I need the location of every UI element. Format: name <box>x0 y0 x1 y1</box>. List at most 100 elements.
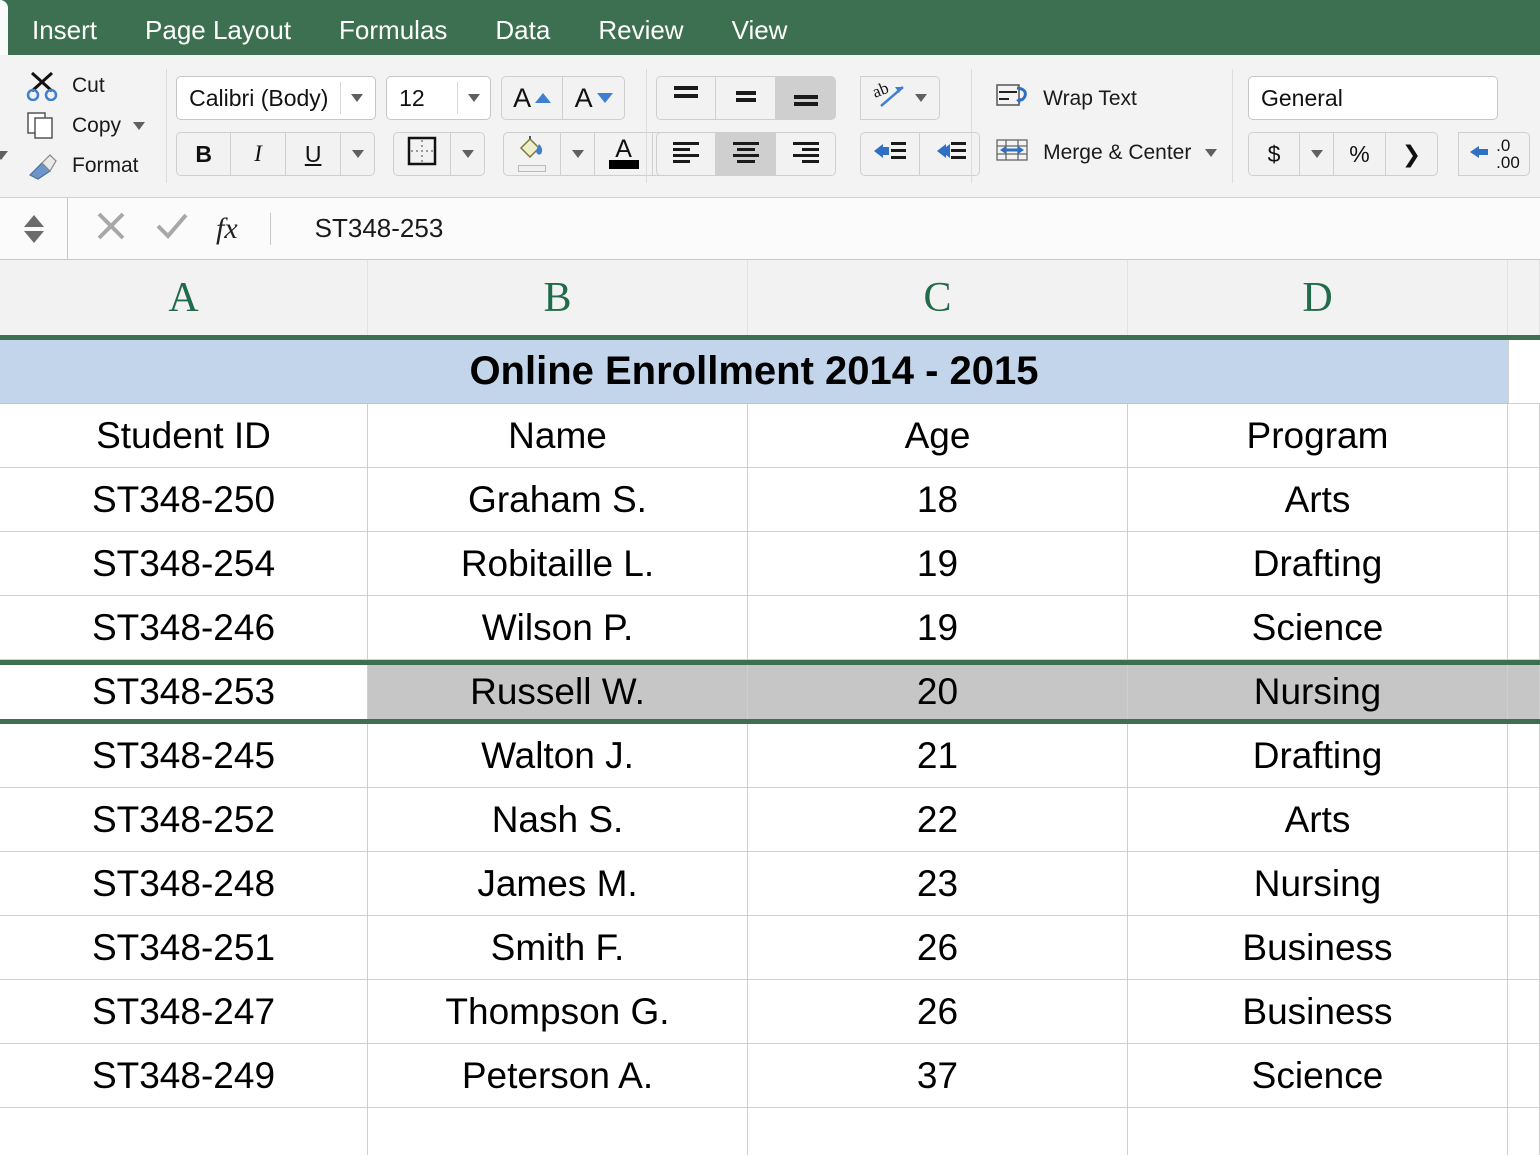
cell-d[interactable]: Drafting <box>1128 532 1508 596</box>
align-middle-button[interactable] <box>716 76 777 120</box>
cell-d[interactable]: Business <box>1128 980 1508 1044</box>
cell-c[interactable]: 20 <box>748 660 1128 724</box>
underline-dropdown-button[interactable] <box>341 132 376 176</box>
cell-e[interactable] <box>1508 1044 1540 1108</box>
confirm-edit-icon[interactable] <box>154 209 190 248</box>
format-painter-button[interactable]: Format <box>26 151 145 181</box>
cell-a[interactable]: ST348-246 <box>0 596 368 660</box>
header-row-spare-cell[interactable] <box>1508 404 1540 468</box>
cell-d[interactable]: Drafting <box>1128 724 1508 788</box>
cell-b[interactable]: James M. <box>368 852 748 916</box>
borders-dropdown-button[interactable] <box>451 132 486 176</box>
column-header-a[interactable]: A <box>0 260 368 335</box>
fill-color-dropdown-button[interactable] <box>561 132 596 176</box>
title-row-spare-cell[interactable] <box>1508 340 1540 404</box>
borders-button[interactable] <box>393 132 452 176</box>
cell-a[interactable]: ST348-254 <box>0 532 368 596</box>
cell-c[interactable]: 22 <box>748 788 1128 852</box>
cell-b[interactable]: Robitaille L. <box>368 532 748 596</box>
active-cell-a[interactable]: ST348-253 <box>0 660 368 724</box>
cell-a[interactable]: ST348-252 <box>0 788 368 852</box>
cell-d[interactable]: Science <box>1128 1044 1508 1108</box>
percent-button[interactable]: % <box>1334 132 1386 176</box>
tab-review[interactable]: Review <box>574 17 707 55</box>
wrap-text-button[interactable]: Wrap Text <box>995 82 1217 116</box>
paste-dropdown-icon[interactable] <box>0 151 8 160</box>
cut-button[interactable]: Cut <box>26 71 145 102</box>
align-left-button[interactable] <box>656 132 717 176</box>
column-header-d[interactable]: D <box>1128 260 1508 335</box>
cell-e[interactable] <box>1508 660 1540 724</box>
bold-button[interactable]: B <box>176 132 232 176</box>
header-cell-student-id[interactable]: Student ID <box>0 404 368 468</box>
name-box-stepper[interactable] <box>0 198 68 259</box>
merged-title-cell[interactable]: Online Enrollment 2014 - 2015 <box>0 340 1508 404</box>
header-cell-name[interactable]: Name <box>368 404 748 468</box>
cell-a[interactable]: ST348-245 <box>0 724 368 788</box>
fill-color-button[interactable] <box>503 132 562 176</box>
cell-b[interactable]: Russell W. <box>368 660 748 724</box>
copy-button[interactable]: Copy <box>26 111 146 141</box>
tab-page-layout[interactable]: Page Layout <box>121 17 315 55</box>
cell-e[interactable] <box>1508 532 1540 596</box>
merge-center-button[interactable]: Merge & Center <box>995 136 1218 170</box>
header-cell-program[interactable]: Program <box>1128 404 1508 468</box>
cell-b[interactable]: Thompson G. <box>368 980 748 1044</box>
cell-d[interactable]: Business <box>1128 916 1508 980</box>
cell-a[interactable]: ST348-250 <box>0 468 368 532</box>
column-header-e[interactable] <box>1508 260 1540 335</box>
cell-c[interactable]: 26 <box>748 916 1128 980</box>
increase-font-size-button[interactable]: A <box>501 76 564 120</box>
cell-e[interactable] <box>1508 980 1540 1044</box>
number-format-select[interactable]: General <box>1248 76 1498 120</box>
tab-insert[interactable]: Insert <box>8 17 121 55</box>
cell-d[interactable]: Science <box>1128 596 1508 660</box>
cell-c[interactable]: 18 <box>748 468 1128 532</box>
cell-d[interactable] <box>1128 1108 1508 1155</box>
cell-c[interactable]: 37 <box>748 1044 1128 1108</box>
copy-dropdown-icon[interactable] <box>133 122 146 130</box>
increase-decimal-button[interactable]: .0 .00 <box>1458 132 1530 176</box>
column-header-b[interactable]: B <box>368 260 748 335</box>
cell-e[interactable] <box>1508 916 1540 980</box>
currency-dropdown-button[interactable] <box>1300 132 1334 176</box>
cell-b[interactable]: Peterson A. <box>368 1044 748 1108</box>
cell-b[interactable] <box>368 1108 748 1155</box>
tab-home[interactable]: e <box>0 0 8 55</box>
decrease-font-size-button[interactable]: A <box>563 76 626 120</box>
cell-d[interactable]: Nursing <box>1128 852 1508 916</box>
cell-c[interactable] <box>748 1108 1128 1155</box>
cell-d[interactable]: Arts <box>1128 468 1508 532</box>
cell-c[interactable]: 26 <box>748 980 1128 1044</box>
font-size-select[interactable]: 12 <box>386 76 492 120</box>
align-center-button[interactable] <box>716 132 777 176</box>
cell-a[interactable]: ST348-248 <box>0 852 368 916</box>
tab-view[interactable]: View <box>708 17 812 55</box>
italic-button[interactable]: I <box>231 132 287 176</box>
cell-e[interactable] <box>1508 1108 1540 1155</box>
merge-center-chevron-down-icon[interactable] <box>1205 149 1218 157</box>
cell-b[interactable]: Walton J. <box>368 724 748 788</box>
cell-d[interactable]: Arts <box>1128 788 1508 852</box>
cell-a[interactable]: ST348-247 <box>0 980 368 1044</box>
tab-formulas[interactable]: Formulas <box>315 17 471 55</box>
cell-a[interactable]: ST348-249 <box>0 1044 368 1108</box>
orientation-button[interactable]: ab <box>860 76 941 120</box>
formula-bar-input[interactable]: ST348-253 <box>297 213 444 244</box>
comma-style-button[interactable]: ❯ <box>1386 132 1438 176</box>
cell-d[interactable]: Nursing <box>1128 660 1508 724</box>
column-header-c[interactable]: C <box>748 260 1128 335</box>
cell-a[interactable]: ST348-251 <box>0 916 368 980</box>
cell-c[interactable]: 19 <box>748 532 1128 596</box>
cell-e[interactable] <box>1508 788 1540 852</box>
cell-c[interactable]: 21 <box>748 724 1128 788</box>
align-top-button[interactable] <box>656 76 717 120</box>
cell-e[interactable] <box>1508 468 1540 532</box>
currency-button[interactable]: $ <box>1248 132 1300 176</box>
insert-function-icon[interactable]: fx <box>216 212 238 246</box>
tab-data[interactable]: Data <box>471 17 574 55</box>
cell-e[interactable] <box>1508 596 1540 660</box>
cell-c[interactable]: 23 <box>748 852 1128 916</box>
align-bottom-button[interactable] <box>776 76 837 120</box>
cell-c[interactable]: 19 <box>748 596 1128 660</box>
